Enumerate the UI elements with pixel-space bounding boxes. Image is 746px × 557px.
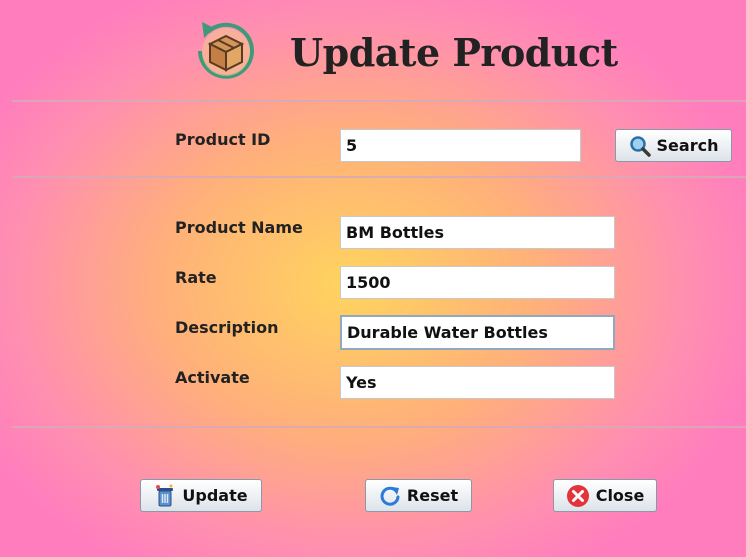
magnifier-icon (629, 135, 651, 157)
reset-button-label: Reset (406, 486, 459, 505)
rate-label: Rate (175, 268, 217, 287)
update-button[interactable]: Update (140, 479, 262, 512)
divider-bottom (12, 426, 746, 428)
close-button-label: Close (595, 486, 645, 505)
description-input[interactable]: Durable Water Bottles (340, 315, 615, 350)
close-circle-icon (566, 484, 589, 507)
product-id-label: Product ID (175, 130, 271, 149)
close-button[interactable]: Close (553, 479, 657, 512)
box-refresh-icon (186, 14, 266, 88)
divider-top (12, 100, 746, 102)
search-button[interactable]: Search (615, 129, 732, 162)
activate-input[interactable]: Yes (340, 366, 615, 399)
update-button-label: Update (182, 486, 248, 505)
divider-middle (12, 176, 746, 178)
activate-label: Activate (175, 368, 250, 387)
product-name-label: Product Name (175, 218, 303, 237)
search-button-label: Search (656, 136, 719, 155)
trash-can-icon (156, 484, 174, 506)
description-label: Description (175, 318, 279, 337)
rate-input[interactable]: 1500 (340, 266, 615, 299)
refresh-icon (380, 486, 400, 506)
reset-button[interactable]: Reset (365, 479, 472, 512)
product-name-input[interactable]: BM Bottles (340, 216, 615, 249)
product-id-input[interactable]: 5 (340, 129, 581, 162)
page-title: Update Product (290, 30, 618, 75)
